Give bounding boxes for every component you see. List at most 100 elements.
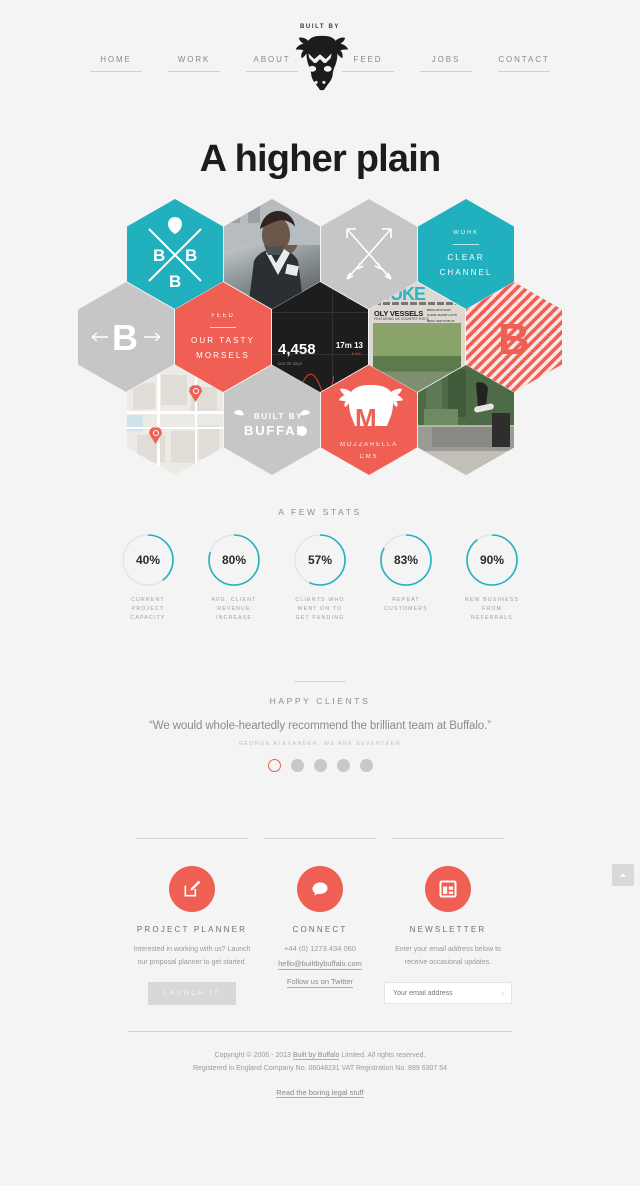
speech-bubble-glyph <box>312 882 328 896</box>
nav-right-group: FEED JOBS CONTACT <box>342 55 640 72</box>
cta-title: PROJECT PLANNER <box>136 925 248 935</box>
analytics-secondary-delta: 6.4% <box>351 351 361 356</box>
analytics-main-value: 4,458 <box>278 341 316 358</box>
testimonial-dot-3[interactable] <box>313 759 327 773</box>
stat-item: 80% AVG. CLIENT REVENUE INCREASE <box>202 533 266 623</box>
stat-item: 90% NEW BUSINESS FROM REFERRALS <box>460 533 524 623</box>
stat-label-line: REPEAT <box>392 597 420 603</box>
hex-mozzarella-title-line2: CMS <box>359 453 379 460</box>
stats-list: 40% CURRENT PROJECT CAPACITY 80% AVG. CL… <box>0 533 640 623</box>
nav-item-jobs[interactable]: JOBS <box>420 55 472 72</box>
layout-grid-glyph <box>439 880 457 898</box>
pencil-square-glyph <box>184 880 201 897</box>
nav-item-about[interactable]: ABOUT <box>246 55 298 72</box>
magazine-subline: FEATURING UK COUNTRY ROCK <box>374 317 430 321</box>
copyright-line-1: Copyright © 2006 - 2013 Built by Buffalo… <box>0 1049 640 1062</box>
magazine-strapline-bar <box>374 302 460 305</box>
testimonial-quote: “We would whole-heartedly recommend the … <box>149 720 491 733</box>
copyright-suffix: Limited. All rights reserved. <box>339 1052 426 1060</box>
analytics-secondary-value: 17m 13 <box>335 341 363 350</box>
hex-work-divider <box>453 244 479 245</box>
pencil-square-icon[interactable] <box>169 866 215 913</box>
twitter-link[interactable]: Follow us on Twitter <box>286 977 354 989</box>
scroll-to-top-button[interactable] <box>612 864 634 886</box>
cta-columns: PROJECT PLANNER Interested in working wi… <box>0 838 640 1006</box>
stat-label: NEW BUSINESS FROM REFERRALS <box>460 596 524 623</box>
stat-value: 40% <box>135 553 161 567</box>
hex-feed-title-line2: MORSELS <box>196 351 250 361</box>
cta-project-planner: PROJECT PLANNER Interested in working wi… <box>128 838 256 1006</box>
stat-label-line: AVG. CLIENT <box>211 597 257 603</box>
stat-ring: 40% <box>121 533 175 587</box>
testimonial-dot-4[interactable] <box>336 759 350 773</box>
svg-text:B: B <box>498 315 530 364</box>
stat-value: 90% <box>479 553 505 567</box>
newsletter-form: › <box>384 982 512 1005</box>
stat-ring: 90% <box>465 533 519 587</box>
stat-label-line: REFERRALS <box>471 615 513 622</box>
stat-label-line: CAPACITY <box>130 615 166 622</box>
hex-feed-eyebrow: FEED <box>211 312 235 319</box>
contact-email-link[interactable]: hello@builtbybuffalo.com <box>278 959 362 971</box>
svg-text:B: B <box>169 272 181 291</box>
newsletter-email-input[interactable] <box>385 989 511 997</box>
company-link[interactable]: Built by Buffalo <box>292 1052 340 1061</box>
nav-item-work[interactable]: WORK <box>168 55 220 72</box>
built-by-tagline: BUILT BY <box>299 24 341 30</box>
nav-item-home[interactable]: HOME <box>90 55 142 72</box>
testimonial-dot-1[interactable] <box>267 759 281 773</box>
nav-item-contact[interactable]: CONTACT <box>498 55 550 72</box>
stat-ring: 83% <box>379 533 433 587</box>
site-footer: Copyright © 2006 - 2013 Built by Buffalo… <box>0 1031 640 1100</box>
stat-item: 83% REPEAT CUSTOMERS <box>374 533 438 623</box>
magazine-side-line2: GUIDE SHORT LISTS <box>427 313 457 318</box>
clients-heading: HAPPY CLIENTS <box>269 696 371 707</box>
hex-feed-label: FEED OUR TASTY MORSELS <box>191 311 255 364</box>
chevron-right-icon[interactable]: › <box>501 988 504 998</box>
stat-value: 80% <box>221 553 247 567</box>
page-title: A higher plain <box>199 138 442 180</box>
stat-label-line: GET FUNDING <box>295 615 345 622</box>
cta-newsletter: NEWSLETTER Enter your email address belo… <box>384 838 512 1005</box>
nav-item-feed[interactable]: FEED <box>342 55 394 72</box>
speech-bubble-icon[interactable] <box>297 866 343 913</box>
testimonial-dot-5[interactable] <box>359 759 373 773</box>
testimonial-dot-2[interactable] <box>290 759 304 773</box>
hex-work-title-line1: CLEAR <box>447 253 485 262</box>
site-header: BUILT BY HOME WORK ABOUT FEED JOBS CONTA… <box>0 0 640 118</box>
stat-label: CLIENTS WHO WENT ON TO GET FUNDING <box>288 596 352 623</box>
nav-left-group: HOME WORK ABOUT <box>0 55 298 72</box>
testimonials-section: HAPPY CLIENTS “We would whole-heartedly … <box>0 681 640 773</box>
hex-work-title-line2: CHANNEL <box>439 268 493 278</box>
stat-label: REPEAT CUSTOMERS <box>374 596 438 614</box>
contact-phone: +44 (0) 1273 434 060 <box>284 944 356 954</box>
hex-mozzarella-title-line1: MOZZARELLA <box>339 442 398 449</box>
stat-label-line: PROJECT <box>131 606 165 613</box>
stat-label-line: FROM <box>481 606 503 613</box>
launch-it-button[interactable]: LAUNCH IT <box>147 982 237 1006</box>
stat-label: AVG. CLIENT REVENUE INCREASE <box>202 596 266 623</box>
stat-ring: 80% <box>207 533 261 587</box>
stat-label-line: WENT ON TO <box>297 606 343 613</box>
hex-work-eyebrow: WORK <box>453 229 479 236</box>
stat-ring: 57% <box>293 533 347 587</box>
stat-item: 40% CURRENT PROJECT CAPACITY <box>116 533 180 623</box>
svg-text:M: M <box>355 403 377 433</box>
hex-feed-title-line1: OUR TASTY <box>191 336 255 345</box>
stats-section: A FEW STATS 40% CURRENT PROJECT CAPACITY <box>0 507 640 623</box>
legal-link[interactable]: Read the boring legal stuff <box>276 1088 364 1098</box>
registration-line: Registered in England Company No. 060482… <box>192 1065 448 1073</box>
main-navigation: HOME WORK ABOUT FEED JOBS CONTACT <box>0 55 640 72</box>
clients-divider <box>294 681 346 683</box>
svg-text:B: B <box>112 317 138 358</box>
testimonial-pagination <box>0 759 640 773</box>
stat-label-line: NEW BUSINESS <box>464 597 520 603</box>
stats-heading: A FEW STATS <box>278 507 362 517</box>
chevron-up-icon <box>619 873 627 877</box>
testimonial-attribution: GEORGE ALEXANDER, WE ARE SEVENTEEN <box>238 741 402 748</box>
copyright-prefix: Copyright © 2006 - 2013 <box>214 1052 293 1060</box>
layout-grid-icon[interactable] <box>425 866 471 913</box>
hex-tile-work-label: WORK CLEAR CHANNEL <box>440 228 493 281</box>
cta-title: CONNECT <box>292 925 348 935</box>
stat-label-line: CLIENTS WHO <box>295 597 345 603</box>
